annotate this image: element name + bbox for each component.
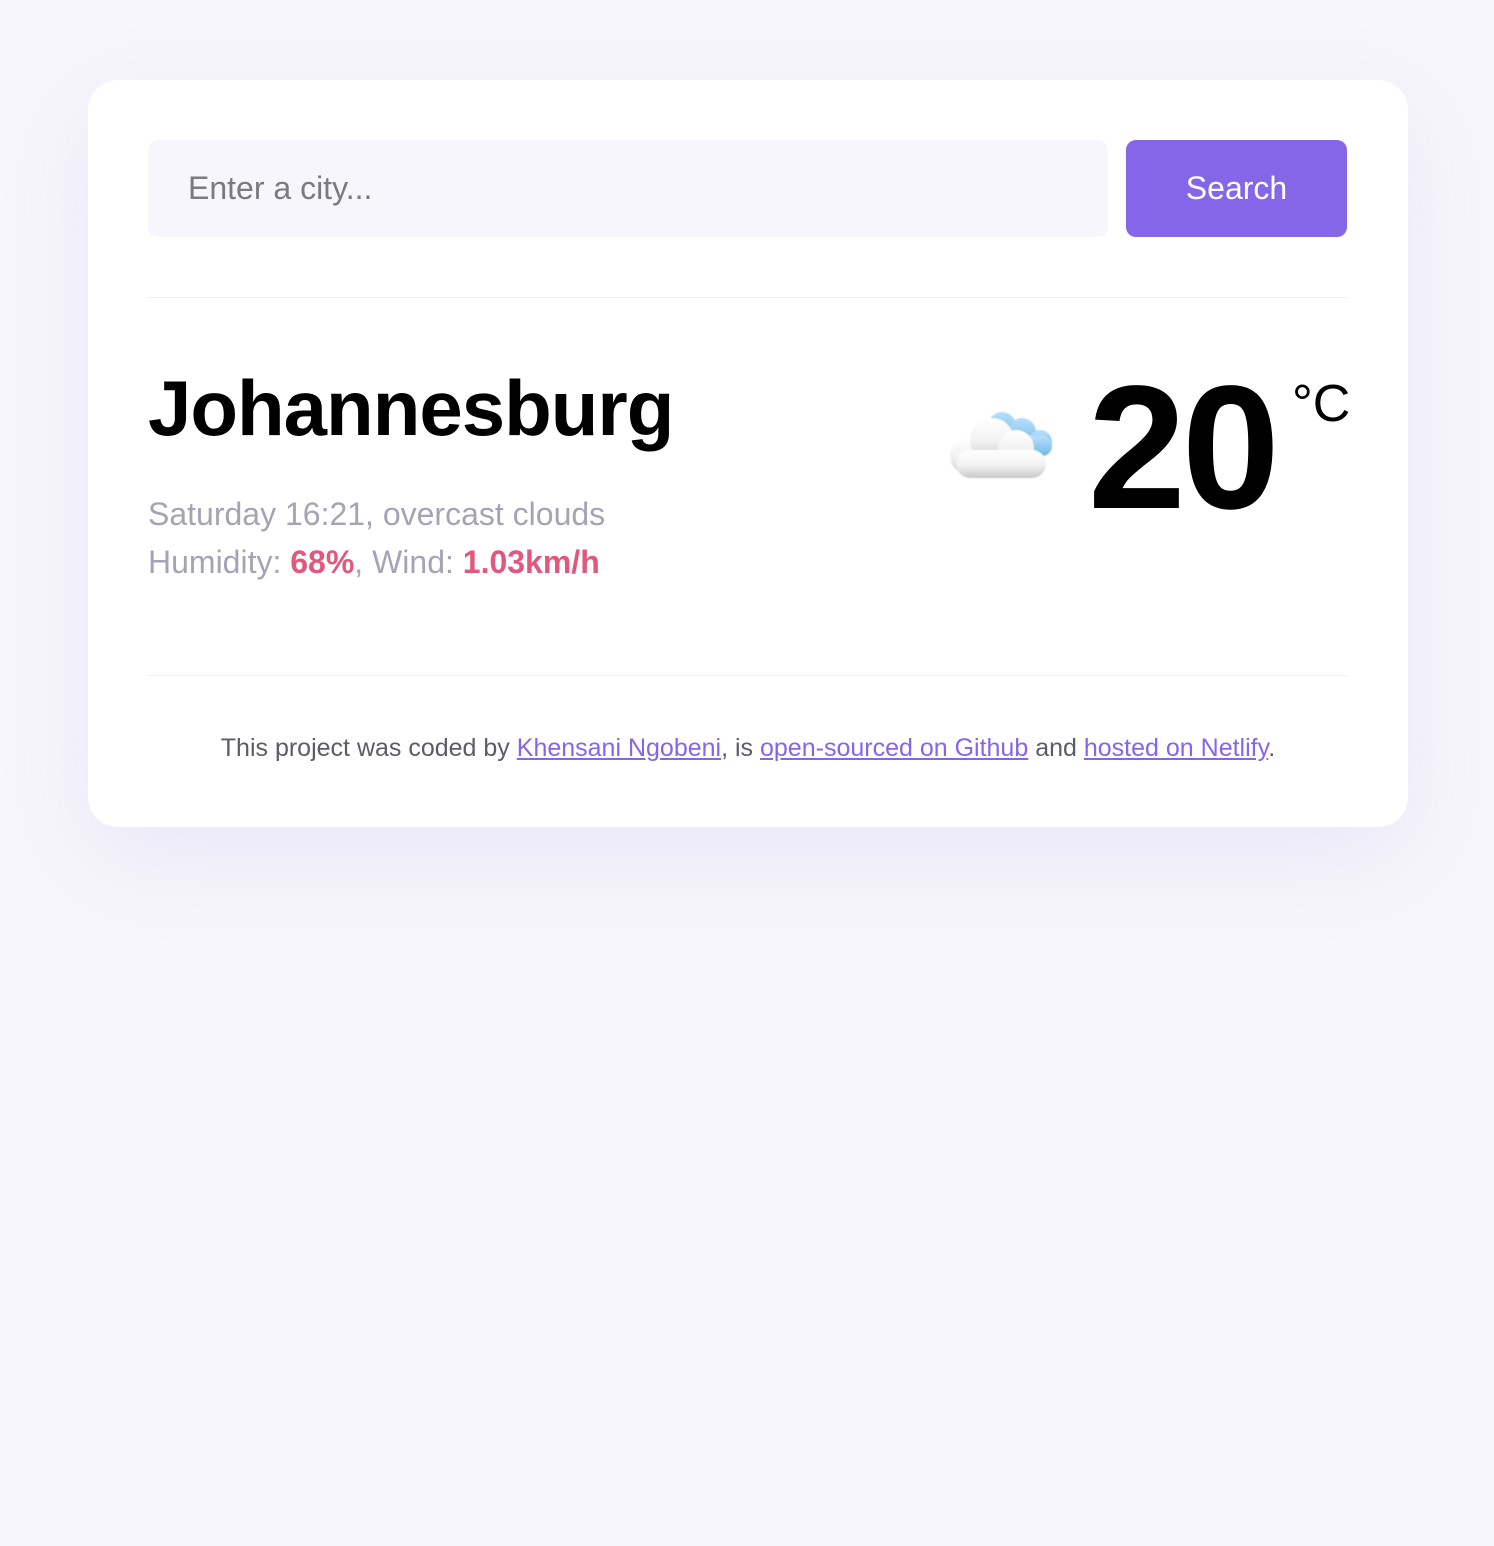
weather-details: Saturday 16:21, overcast clouds Humidity… [148, 490, 605, 586]
author-link[interactable]: Khensani Ngobeni [517, 734, 721, 762]
humidity-label: Humidity: [148, 544, 282, 580]
temperature-unit: °C [1292, 375, 1351, 433]
city-search-input[interactable] [148, 140, 1108, 237]
search-form: Search [148, 140, 1347, 237]
footer-suffix: . [1268, 734, 1276, 762]
search-button[interactable]: Search [1126, 140, 1347, 237]
humidity-value: 68% [290, 544, 355, 580]
humidity-wind-line: Humidity: 68%, Wind: 1.03km/h [148, 544, 600, 580]
cloud-icon [950, 412, 1052, 478]
weather-card: Search Johannesburg Saturday 16:21, over… [88, 80, 1408, 827]
date-description-line: Saturday 16:21, overcast clouds [148, 496, 606, 532]
wind-label: Wind: [372, 544, 454, 580]
footer-mid-1: , is [721, 734, 754, 762]
footer-mid-2: and [1035, 734, 1077, 762]
weather-description: overcast clouds [382, 496, 606, 532]
footer: This project was coded by Khensani Ngobe… [88, 734, 1408, 763]
github-link[interactable]: open-sourced on Github [760, 734, 1028, 762]
day-time: Saturday 16:21 [148, 496, 366, 532]
netlify-link[interactable]: hosted on Netlify [1084, 734, 1268, 762]
footer-prefix: This project was coded by [220, 734, 510, 762]
city-name: Johannesburg [148, 364, 674, 452]
temperature-value: 20 [1088, 350, 1280, 546]
bottom-divider [148, 675, 1347, 676]
wind-value: 1.03km/h [462, 544, 600, 580]
top-divider [148, 297, 1347, 298]
